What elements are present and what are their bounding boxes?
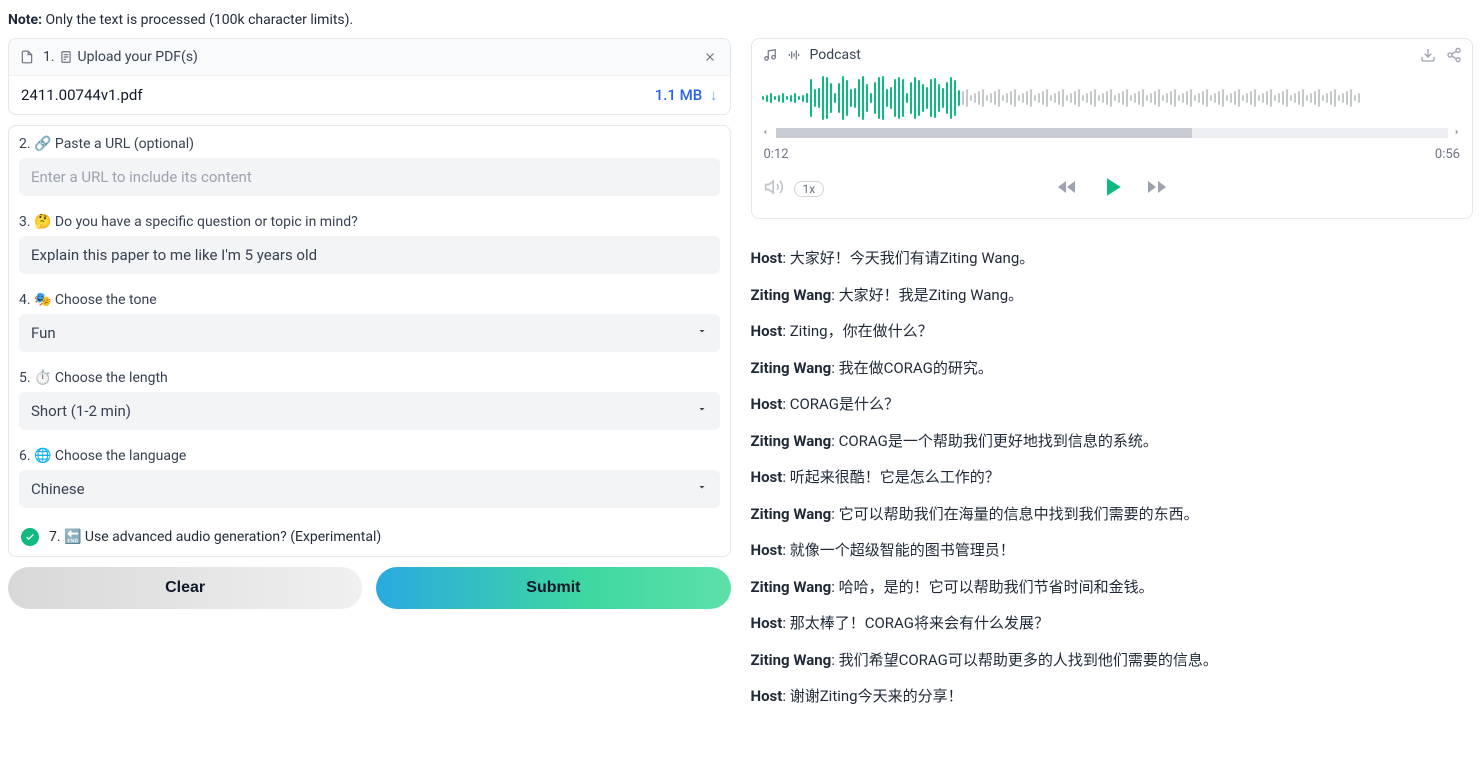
upload-close-button[interactable] bbox=[700, 47, 720, 67]
transcript-text: : 它可以帮助我们在海量的信息中找到我们需要的东西。 bbox=[831, 505, 1198, 523]
transcript-line: Host: 就像一个超级智能的图书管理员！ bbox=[751, 539, 1474, 562]
volume-icon[interactable] bbox=[764, 177, 784, 201]
upload-header: 1. Upload your PDF(s) bbox=[9, 39, 730, 76]
transcript-line: Ziting Wang: 我在做CORAG的研究。 bbox=[751, 357, 1474, 380]
transcript: Host: 大家好！今天我们有请Ziting Wang。Ziting Wang:… bbox=[751, 229, 1474, 708]
speed-button[interactable]: 1x bbox=[794, 181, 825, 197]
transcript-speaker: Host bbox=[751, 249, 783, 267]
play-button[interactable] bbox=[1097, 172, 1127, 206]
advanced-label: 7. 🔚 Use advanced audio generation? (Exp… bbox=[49, 529, 381, 545]
total-time: 0:56 bbox=[1435, 147, 1460, 162]
transcript-line: Host: CORAG是什么？ bbox=[751, 393, 1474, 416]
transcript-speaker: Host bbox=[751, 395, 783, 413]
share-icon[interactable] bbox=[1446, 47, 1462, 63]
download-icon[interactable]: ↓ bbox=[710, 86, 718, 104]
transcript-line: Ziting Wang: 哈哈，是的！它可以帮助我们节省时间和金钱。 bbox=[751, 576, 1474, 599]
tone-label: 4. 🎭 Choose the tone bbox=[9, 284, 730, 314]
transcript-speaker: Ziting Wang bbox=[751, 432, 832, 450]
question-input[interactable] bbox=[19, 236, 720, 274]
transcript-line: Host: 那太棒了！CORAG将来会有什么发展？ bbox=[751, 612, 1474, 635]
transcript-text: : 我在做CORAG的研究。 bbox=[831, 359, 993, 377]
submit-button[interactable]: Submit bbox=[376, 567, 730, 609]
forward-button[interactable] bbox=[1145, 175, 1169, 203]
language-select[interactable]: Chinese bbox=[19, 470, 720, 508]
waveform-icon bbox=[786, 47, 802, 63]
clear-button[interactable]: Clear bbox=[8, 567, 362, 609]
transcript-text: : Ziting，你在做什么？ bbox=[782, 322, 932, 340]
tone-select[interactable]: Fun bbox=[19, 314, 720, 352]
podcast-title: Podcast bbox=[810, 47, 861, 63]
form-card: 2. 🔗 Paste a URL (optional) 3. 🤔 Do you … bbox=[8, 125, 731, 557]
transcript-speaker: Host bbox=[751, 614, 783, 632]
question-label: 3. 🤔 Do you have a specific question or … bbox=[9, 206, 730, 236]
page-icon bbox=[58, 49, 74, 65]
scrub-fill bbox=[776, 128, 1193, 138]
transcript-speaker: Ziting Wang bbox=[751, 286, 832, 304]
transcript-line: Host: 大家好！今天我们有请Ziting Wang。 bbox=[751, 247, 1474, 270]
advanced-toggle-row[interactable]: 7. 🔚 Use advanced audio generation? (Exp… bbox=[9, 518, 730, 556]
transcript-text: : 大家好！我是Ziting Wang。 bbox=[831, 286, 1023, 304]
transcript-line: Ziting Wang: CORAG是一个帮助我们更好地找到信息的系统。 bbox=[751, 430, 1474, 453]
length-label: 5. ⏱️ Choose the length bbox=[9, 362, 730, 392]
transcript-line: Ziting Wang: 大家好！我是Ziting Wang。 bbox=[751, 284, 1474, 307]
file-icon bbox=[19, 49, 35, 65]
transcript-text: : 哈哈，是的！它可以帮助我们节省时间和金钱。 bbox=[831, 578, 1153, 596]
check-circle-icon bbox=[21, 528, 39, 546]
transcript-speaker: Host bbox=[751, 322, 783, 340]
note-text: Note: Only the text is processed (100k c… bbox=[8, 12, 1473, 28]
waveform[interactable] bbox=[752, 69, 1473, 125]
length-select[interactable]: Short (1-2 min) bbox=[19, 392, 720, 430]
current-time: 0:12 bbox=[764, 147, 789, 162]
transcript-text: : CORAG是一个帮助我们更好地找到信息的系统。 bbox=[831, 432, 1158, 450]
transcript-speaker: Host bbox=[751, 687, 783, 705]
transcript-text: : 那太棒了！CORAG将来会有什么发展？ bbox=[782, 614, 1049, 632]
scrub-right-icon[interactable] bbox=[1452, 125, 1464, 141]
scrub-track[interactable] bbox=[776, 128, 1449, 138]
transcript-speaker: Host bbox=[751, 541, 783, 559]
transcript-speaker: Host bbox=[751, 468, 783, 486]
transcript-speaker: Ziting Wang bbox=[751, 359, 832, 377]
transcript-text: : 谢谢Ziting今天来的分享！ bbox=[782, 687, 962, 705]
file-size: 1.1 MB ↓ bbox=[655, 86, 718, 104]
transcript-text: : 就像一个超级智能的图书管理员！ bbox=[782, 541, 1014, 559]
transcript-speaker: Ziting Wang bbox=[751, 578, 832, 596]
transcript-line: Ziting Wang: 我们希望CORAG可以帮助更多的人找到他们需要的信息。 bbox=[751, 649, 1474, 672]
note-prefix: Note: bbox=[8, 12, 42, 28]
file-name: 2411.00744v1.pdf bbox=[21, 86, 143, 104]
url-label: 2. 🔗 Paste a URL (optional) bbox=[9, 126, 730, 158]
transcript-line: Host: 听起来很酷！它是怎么工作的？ bbox=[751, 466, 1474, 489]
transcript-text: : CORAG是什么？ bbox=[782, 395, 899, 413]
scrub-left-icon[interactable] bbox=[760, 125, 772, 141]
url-input[interactable] bbox=[19, 158, 720, 196]
language-label: 6. 🌐 Choose the language bbox=[9, 440, 730, 470]
uploaded-file-row[interactable]: 2411.00744v1.pdf 1.1 MB ↓ bbox=[9, 76, 730, 114]
download-icon[interactable] bbox=[1420, 47, 1436, 63]
transcript-text: : 我们希望CORAG可以帮助更多的人找到他们需要的信息。 bbox=[831, 651, 1218, 669]
rewind-button[interactable] bbox=[1055, 175, 1079, 203]
transcript-speaker: Ziting Wang bbox=[751, 651, 832, 669]
transcript-line: Host: 谢谢Ziting今天来的分享！ bbox=[751, 685, 1474, 708]
scrubber[interactable] bbox=[752, 125, 1473, 141]
upload-card: 1. Upload your PDF(s) 2411.00744v1.pdf 1… bbox=[8, 38, 731, 115]
music-icon bbox=[762, 47, 778, 63]
transcript-text: : 大家好！今天我们有请Ziting Wang。 bbox=[782, 249, 1034, 267]
podcast-card: Podcast bbox=[751, 38, 1474, 219]
transcript-speaker: Ziting Wang bbox=[751, 505, 832, 523]
transcript-line: Ziting Wang: 它可以帮助我们在海量的信息中找到我们需要的东西。 bbox=[751, 503, 1474, 526]
transcript-text: : 听起来很酷！它是怎么工作的？ bbox=[782, 468, 999, 486]
transcript-line: Host: Ziting，你在做什么？ bbox=[751, 320, 1474, 343]
